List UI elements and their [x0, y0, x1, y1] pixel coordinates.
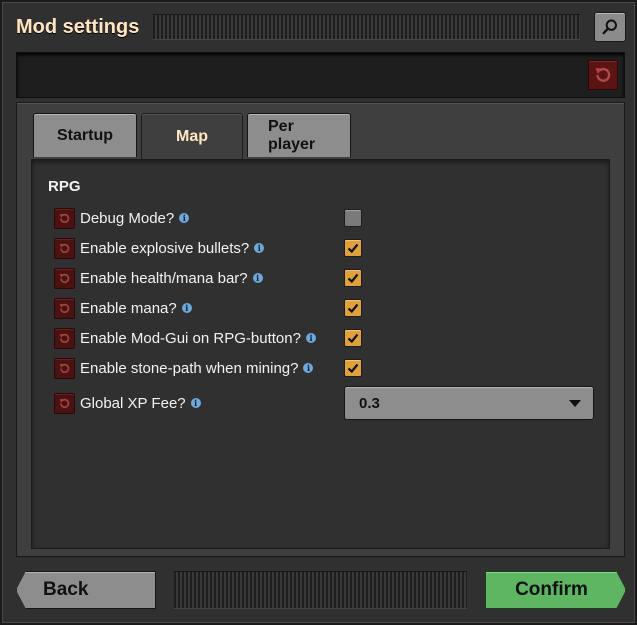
setting-label: Enable Mod-Gui on RPG-button? [80, 329, 301, 347]
reset-icon [59, 363, 70, 373]
reset-icon [59, 333, 70, 343]
check-icon [347, 333, 359, 344]
setting-row-debug-mode: Debug Mode? i [54, 207, 600, 229]
mod-gui-checkbox[interactable] [344, 329, 362, 347]
mana-checkbox[interactable] [344, 299, 362, 317]
settings-content: Startup Map Per player RPG Debug Mode? i… [16, 102, 625, 557]
search-icon [602, 19, 618, 35]
reset-icon [595, 67, 611, 82]
reset-icon [59, 213, 70, 223]
title-bar: Mod settings [16, 10, 626, 44]
info-icon[interactable]: i [254, 243, 265, 253]
dropdown-value: 0.3 [359, 394, 380, 412]
reset-mod-gui-button[interactable] [54, 327, 75, 349]
stone-path-checkbox[interactable] [344, 359, 362, 377]
setting-row-stone-path: Enable stone-path when mining? i [54, 357, 600, 379]
title-drag-handle[interactable] [153, 14, 580, 40]
reset-all-button[interactable] [588, 60, 618, 90]
tab-strip: Startup Map Per player [33, 113, 355, 159]
reset-health-mana-bar-button[interactable] [54, 267, 75, 289]
tab-map[interactable]: Map [141, 113, 243, 159]
setting-label: Enable explosive bullets? [80, 239, 250, 257]
reset-global-xp-fee-button[interactable] [54, 392, 75, 414]
setting-row-health-mana-bar: Enable health/mana bar? i [54, 267, 600, 289]
confirm-button[interactable]: Confirm [485, 571, 626, 609]
info-icon[interactable]: i [181, 303, 192, 313]
info-icon[interactable]: i [190, 398, 201, 408]
check-icon [347, 363, 359, 374]
info-icon[interactable]: i [179, 213, 190, 223]
setting-row-mana: Enable mana? i [54, 297, 600, 319]
setting-label: Debug Mode? [80, 209, 175, 227]
window-title: Mod settings [16, 15, 140, 38]
reset-icon [59, 303, 70, 313]
chevron-down-icon [569, 399, 581, 407]
reset-icon [59, 243, 70, 253]
tab-startup[interactable]: Startup [33, 113, 137, 157]
setting-row-explosive-bullets: Enable explosive bullets? i [54, 237, 600, 259]
check-icon [347, 273, 359, 284]
info-icon[interactable]: i [303, 363, 314, 373]
reset-debug-mode-button[interactable] [54, 207, 75, 229]
back-button[interactable]: Back [16, 571, 156, 609]
setting-label: Enable health/mana bar? [80, 269, 248, 287]
toolbar [16, 52, 625, 98]
check-icon [347, 303, 359, 314]
reset-icon [59, 273, 70, 283]
reset-mana-button[interactable] [54, 297, 75, 319]
search-button[interactable] [594, 12, 626, 42]
reset-explosive-bullets-button[interactable] [54, 237, 75, 259]
reset-icon [59, 398, 70, 408]
tab-per-player[interactable]: Per player [247, 113, 351, 157]
check-icon [347, 243, 359, 254]
debug-mode-checkbox[interactable] [344, 209, 362, 227]
setting-row-global-xp-fee: Global XP Fee? i 0.3 [54, 386, 600, 420]
info-icon[interactable]: i [252, 273, 263, 283]
reset-stone-path-button[interactable] [54, 357, 75, 379]
section-title: RPG [48, 178, 81, 195]
bottom-bar: Back Confirm [16, 568, 626, 612]
settings-panel: RPG Debug Mode? i Enable explosive bulle… [31, 159, 610, 549]
bottom-drag-handle[interactable] [174, 571, 467, 609]
info-icon[interactable]: i [305, 333, 316, 343]
explosive-bullets-checkbox[interactable] [344, 239, 362, 257]
setting-row-mod-gui: Enable Mod-Gui on RPG-button? i [54, 327, 600, 349]
global-xp-fee-dropdown[interactable]: 0.3 [344, 386, 594, 420]
setting-label: Global XP Fee? [80, 394, 186, 412]
mod-settings-window: Mod settings Startup Map Per player RPG [0, 0, 637, 625]
setting-label: Enable stone-path when mining? [80, 359, 299, 377]
health-mana-bar-checkbox[interactable] [344, 269, 362, 287]
setting-label: Enable mana? [80, 299, 177, 317]
